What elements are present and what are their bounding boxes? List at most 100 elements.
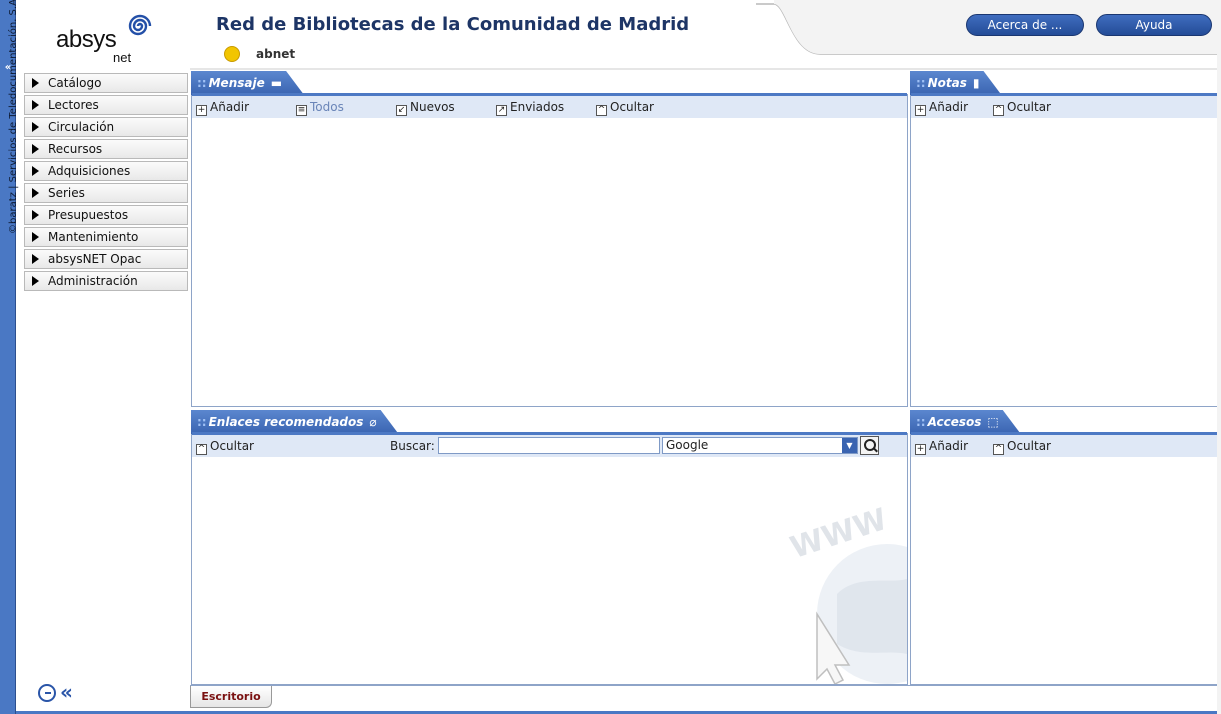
menu-item-label: Lectores	[48, 98, 99, 112]
menu-item-opac[interactable]: absysNET Opac	[24, 249, 188, 269]
enlaces-toolbar: ^ Ocultar Buscar: Google ▼	[192, 435, 907, 457]
accesos-toolbar: + Añadir ^ Ocultar	[911, 435, 1217, 457]
mensaje-hide-button[interactable]: ^ Ocultar	[596, 100, 654, 116]
expand-arrow-icon	[32, 100, 39, 110]
panel-title: Mensaje	[208, 76, 265, 90]
menu-item-recursos[interactable]: Recursos	[24, 139, 188, 159]
tool-label: Ocultar	[1007, 439, 1051, 453]
logo-subtext: net	[113, 50, 132, 65]
expand-arrow-icon	[32, 232, 39, 242]
tab-notas: :: Notas ▮	[910, 71, 1001, 95]
search-button[interactable]	[860, 436, 879, 455]
collapse-up-icon: ^	[596, 105, 607, 116]
tab-enlaces: :: Enlaces recomendados ⌀	[191, 410, 399, 434]
plus-icon: +	[915, 444, 926, 455]
expand-arrow-icon	[32, 122, 39, 132]
search-input[interactable]	[438, 437, 660, 454]
search-engine-select[interactable]: Google ▼	[662, 437, 858, 454]
menu-item-administracion[interactable]: Administración	[24, 271, 188, 291]
plus-icon: +	[196, 105, 207, 116]
menu-item-catalogo[interactable]: Catálogo	[24, 73, 188, 93]
panel-title: Accesos	[927, 415, 982, 429]
header: absys net Red de Bibliotecas de la Comun…	[16, 0, 1221, 70]
clipboard-icon: ▮	[972, 76, 980, 90]
accesos-hide-button[interactable]: ^ Ocultar	[993, 439, 1051, 455]
panel-mensaje: :: Mensaje ▬ + Añadir ≡ Todos ↙ Nuevos ↗ Envia…	[191, 94, 908, 407]
shortcut-icon: ⬚	[987, 415, 999, 429]
expand-arrow-icon	[32, 144, 39, 154]
menu-item-mantenimiento[interactable]: Mantenimiento	[24, 227, 188, 247]
menu-item-label: Administración	[48, 274, 138, 288]
mensaje-new-button[interactable]: ↙ Nuevos	[396, 100, 455, 116]
search-engine-value: Google	[666, 438, 709, 452]
expand-arrow-icon	[32, 188, 39, 198]
panel-title: Enlaces recomendados	[208, 415, 364, 429]
expand-arrow-icon	[32, 254, 39, 264]
menu-item-label: Mantenimiento	[48, 230, 139, 244]
menu-item-label: Recursos	[48, 142, 103, 156]
collapse-up-icon: ^	[196, 444, 207, 455]
menu-item-lectores[interactable]: Lectores	[24, 95, 188, 115]
header-divider	[190, 68, 1221, 70]
tab-escritorio[interactable]: Escritorio	[190, 686, 272, 708]
title-area: Red de Bibliotecas de la Comunidad de Ma…	[206, 0, 826, 62]
bottom-controls: «	[38, 681, 98, 706]
right-edge	[1217, 0, 1221, 714]
menu-item-label: Adquisiciones	[48, 164, 131, 178]
page-title: Red de Bibliotecas de la Comunidad de Ma…	[216, 14, 690, 35]
app-window: « ©baratz | Servicios de Teledocumentaci…	[0, 0, 1221, 714]
menu-item-series[interactable]: Series	[24, 183, 188, 203]
expand-arrow-icon	[32, 78, 39, 88]
menu-item-presupuestos[interactable]: Presupuestos	[24, 205, 188, 225]
expand-arrow-icon	[32, 210, 39, 220]
paperclip-icon: ⌀	[369, 415, 377, 429]
about-button[interactable]: Acerca de ...	[966, 14, 1084, 36]
www-globe-watermark-icon: WWW	[786, 502, 907, 684]
tool-label: Añadir	[929, 100, 969, 114]
notas-add-button[interactable]: + Añadir	[915, 100, 968, 116]
tool-label: Todos	[310, 100, 344, 114]
plus-icon: +	[915, 105, 926, 116]
collapse-up-icon: ^	[993, 444, 1004, 455]
collapse-up-icon: ^	[993, 105, 1004, 116]
menu-item-label: absysNET Opac	[48, 252, 142, 266]
panel-notas: :: Notas ▮ + Añadir ^ Ocultar	[910, 94, 1218, 407]
mensaje-add-button[interactable]: + Añadir	[196, 100, 249, 116]
side-strip: « ©baratz | Servicios de Teledocumentaci…	[0, 0, 19, 714]
tool-label: Enviados	[510, 100, 565, 114]
menu-item-label: Catálogo	[48, 76, 102, 90]
enlaces-hide-button[interactable]: ^ Ocultar	[196, 439, 254, 455]
help-button[interactable]: Ayuda	[1096, 14, 1212, 36]
search-label: Buscar:	[390, 439, 435, 453]
menu-item-label: Presupuestos	[48, 208, 129, 222]
mensaje-all-button[interactable]: ≡ Todos	[296, 100, 344, 116]
menu-item-adquisiciones[interactable]: Adquisiciones	[24, 161, 188, 181]
tool-label: Ocultar	[210, 439, 254, 453]
user-name: abnet	[256, 47, 296, 61]
expand-arrow-icon	[32, 276, 39, 286]
absysnet-logo: absys net	[56, 10, 156, 65]
logout-icon[interactable]	[38, 684, 56, 702]
user-key-icon	[224, 46, 240, 62]
all-messages-icon: ≡	[296, 105, 307, 116]
notas-hide-button[interactable]: ^ Ocultar	[993, 100, 1051, 116]
panel-title: Notas	[927, 76, 967, 90]
menu-item-circulacion[interactable]: Circulación	[24, 117, 188, 137]
menu-item-label: Circulación	[48, 120, 115, 134]
tool-label: Añadir	[210, 100, 250, 114]
dropdown-arrow-icon: ▼	[842, 438, 857, 453]
expand-arrow-icon	[32, 166, 39, 176]
logo-swirl-icon	[128, 14, 152, 36]
mensaje-sent-button[interactable]: ↗ Enviados	[496, 100, 564, 116]
tool-label: Nuevos	[410, 100, 455, 114]
panel-accesos: :: Accesos ⬚ + Añadir ^ Ocultar	[910, 433, 1218, 685]
logo-text: absys	[56, 26, 117, 53]
message-icon: ▬	[270, 76, 283, 90]
notas-toolbar: + Añadir ^ Ocultar	[911, 96, 1217, 118]
panel-enlaces: :: Enlaces recomendados ⌀ ^ Ocultar Buscar:…	[191, 433, 908, 685]
double-chevron-left-icon[interactable]: «	[60, 681, 73, 703]
tool-label: Ocultar	[610, 100, 654, 114]
mensaje-toolbar: + Añadir ≡ Todos ↙ Nuevos ↗ Enviados ^ Oculta…	[192, 96, 907, 118]
sent-messages-icon: ↗	[496, 105, 507, 116]
accesos-add-button[interactable]: + Añadir	[915, 439, 968, 455]
